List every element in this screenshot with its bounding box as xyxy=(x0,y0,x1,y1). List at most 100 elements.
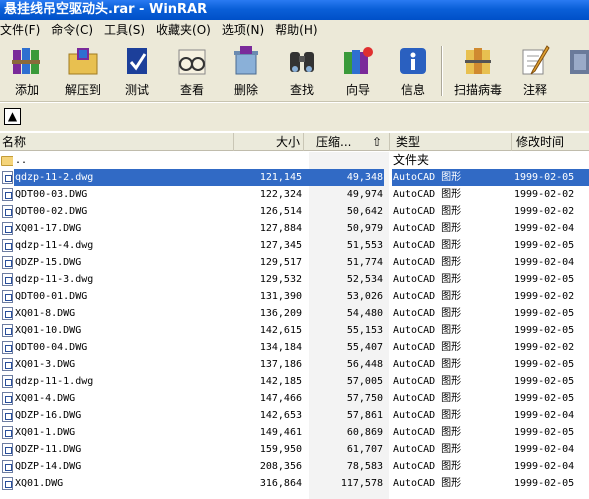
extract-to-label: 解压到 xyxy=(64,83,101,97)
file-size: 127,345 xyxy=(259,240,302,251)
wizard-label: 向导 xyxy=(345,83,370,97)
binoculars-icon xyxy=(286,44,318,78)
autocad-file-icon xyxy=(1,322,13,339)
column-type[interactable]: 类型 xyxy=(390,133,512,151)
autocad-file-icon xyxy=(1,407,13,424)
file-type: AutoCAD 图形 xyxy=(393,342,462,353)
autocad-file-icon xyxy=(1,305,13,322)
test-label: 测试 xyxy=(124,83,149,97)
file-modified: 1999-02-05 xyxy=(514,325,575,336)
file-name: QDZP-15.DWG xyxy=(15,257,82,268)
file-size: 136,209 xyxy=(259,308,302,319)
table-row[interactable]: QDT00-02.DWG 126,514 50,642 AutoCAD 图形 1999-… xyxy=(0,203,589,220)
table-row[interactable]: QDZP-16.DWG 142,653 57,861 AutoCAD 图形 1999-0… xyxy=(0,407,589,424)
test-book-icon xyxy=(121,44,153,78)
table-row[interactable]: qdzp-11-4.dwg 127,345 51,553 AutoCAD 图形 1999… xyxy=(0,237,589,254)
column-packed[interactable]: 压缩... ⇧ xyxy=(304,133,390,151)
column-size[interactable]: 大小 xyxy=(234,133,304,151)
file-size: 142,185 xyxy=(259,376,302,387)
folder-icon-shape xyxy=(1,156,13,166)
find-button[interactable]: 查找 xyxy=(278,42,326,100)
table-row[interactable]: qdzp-11-1.dwg 142,185 57,005 AutoCAD 图形 1999… xyxy=(0,373,589,390)
file-size: 147,466 xyxy=(259,393,302,404)
file-packed-size: 54,480 xyxy=(346,308,383,319)
file-type: AutoCAD 图形 xyxy=(392,169,512,186)
toolbar: 添加 解压到 测试 查看 删除 查找 向导 信息 扫描病毒 注释 xyxy=(0,40,589,102)
menu-file[interactable]: 文件(F) xyxy=(0,20,47,40)
scan-virus-button[interactable]: 扫描病毒 xyxy=(448,42,508,100)
table-row[interactable]: XQ01-17.DWG 127,884 50,979 AutoCAD 图形 1999-0… xyxy=(0,220,589,237)
file-modified: 1999-02-04 xyxy=(514,223,575,234)
autocad-file-icon-shape xyxy=(2,443,13,456)
table-row[interactable]: QDZP-11.DWG 159,950 61,707 AutoCAD 图形 1999-0… xyxy=(0,441,589,458)
comment-label: 注释 xyxy=(522,83,547,97)
file-modified: 1999-02-04 xyxy=(514,444,575,455)
autocad-file-icon xyxy=(1,390,13,407)
add-button[interactable]: 添加 xyxy=(2,42,52,100)
file-type: AutoCAD 图形 xyxy=(393,461,462,472)
menu-options[interactable]: 选项(N) xyxy=(218,20,271,40)
file-packed-size: 55,407 xyxy=(346,342,383,353)
info-button[interactable]: 信息 xyxy=(390,42,436,100)
file-name: XQ01-17.DWG xyxy=(15,223,82,234)
parent-folder-row[interactable]: .. 文件夹 xyxy=(0,152,589,169)
menu-commands[interactable]: 命令(C) xyxy=(47,20,100,40)
file-name: XQ01-8.DWG xyxy=(15,308,76,319)
table-row[interactable]: QDT00-04.DWG 134,184 55,407 AutoCAD 图形 1999-… xyxy=(0,339,589,356)
table-row[interactable]: QDZP-14.DWG 208,356 78,583 AutoCAD 图形 1999-0… xyxy=(0,458,589,475)
test-button[interactable]: 测试 xyxy=(114,42,160,100)
column-name[interactable]: 名称 xyxy=(0,133,234,151)
file-modified: 1999-02-04 xyxy=(514,257,575,268)
autocad-file-icon xyxy=(1,254,13,271)
wizard-button[interactable]: 向导 xyxy=(334,42,382,100)
table-row[interactable]: QDT00-03.DWG 122,324 49,974 AutoCAD 图形 1999-… xyxy=(0,186,589,203)
file-type: AutoCAD 图形 xyxy=(393,274,462,285)
protect-button[interactable] xyxy=(566,42,589,100)
file-type: AutoCAD 图形 xyxy=(393,206,462,217)
autocad-file-icon-shape xyxy=(2,205,13,218)
table-row[interactable]: qdzp-11-3.dwg 129,532 52,534 AutoCAD 图形 1999… xyxy=(0,271,589,288)
file-packed-size: 117,578 xyxy=(340,478,383,489)
virus-scan-icon xyxy=(462,44,494,78)
table-row[interactable]: QDZP-15.DWG 129,517 51,774 AutoCAD 图形 1999-0… xyxy=(0,254,589,271)
table-row[interactable]: qdzp-11-2.dwg 121,145 49,348 AutoCAD 图形 1999… xyxy=(0,169,589,186)
up-folder-button[interactable]: ▲ xyxy=(4,108,21,125)
delete-button[interactable]: 删除 xyxy=(222,42,270,100)
protect-icon xyxy=(566,44,589,78)
table-row[interactable]: XQ01-8.DWG 136,209 54,480 AutoCAD 图形 1999-02… xyxy=(0,305,589,322)
menu-tools[interactable]: 工具(S) xyxy=(100,20,152,40)
autocad-file-icon xyxy=(1,271,13,288)
table-row[interactable]: XQ01-1.DWG 149,461 60,869 AutoCAD 图形 1999-02… xyxy=(0,424,589,441)
file-modified: 1999-02-05 xyxy=(514,393,575,404)
window-title-bar[interactable]: 悬挂线吊空驱动头.rar - WinRAR xyxy=(0,0,589,20)
file-name: XQ01-1.DWG xyxy=(15,427,76,438)
table-row[interactable]: XQ01-3.DWG 137,186 56,448 AutoCAD 图形 1999-02… xyxy=(0,356,589,373)
autocad-file-icon xyxy=(1,475,13,492)
file-list[interactable]: .. 文件夹 qdzp-11-2.dwg 121,145 49,348 AutoCAD 图… xyxy=(0,152,589,499)
autocad-file-icon-shape xyxy=(2,477,13,490)
autocad-file-icon-shape xyxy=(2,188,13,201)
table-row[interactable]: XQ01-4.DWG 147,466 57,750 AutoCAD 图形 1999-02… xyxy=(0,390,589,407)
table-row[interactable]: XQ01-10.DWG 142,615 55,153 AutoCAD 图形 1999-0… xyxy=(0,322,589,339)
table-row[interactable]: QDT00-01.DWG 131,390 53,026 AutoCAD 图形 1999-… xyxy=(0,288,589,305)
menu-help[interactable]: 帮助(H) xyxy=(271,20,324,40)
comment-button[interactable]: 注释 xyxy=(512,42,558,100)
extract-to-button[interactable]: 解压到 xyxy=(58,42,108,100)
file-size: 131,390 xyxy=(259,291,302,302)
column-modified[interactable]: 修改时间 xyxy=(512,133,589,151)
file-packed-size: 50,642 xyxy=(346,206,383,217)
file-size: 122,324 xyxy=(259,189,302,200)
file-size: 127,884 xyxy=(259,223,302,234)
view-button[interactable]: 查看 xyxy=(168,42,216,100)
extract-folder-icon xyxy=(67,44,99,78)
table-row[interactable]: XQ01.DWG 316,864 117,578 AutoCAD 图形 1999-02-… xyxy=(0,475,589,492)
file-name: XQ01-4.DWG xyxy=(15,393,76,404)
autocad-file-icon-shape xyxy=(2,341,13,354)
info-label: 信息 xyxy=(400,83,425,97)
file-type: AutoCAD 图形 xyxy=(393,189,462,200)
file-type: AutoCAD 图形 xyxy=(393,223,462,234)
file-type: AutoCAD 图形 xyxy=(393,478,462,489)
file-packed-size: 56,448 xyxy=(346,359,383,370)
file-name: XQ01.DWG xyxy=(15,478,64,489)
menu-favorites[interactable]: 收藏夹(O) xyxy=(152,20,218,40)
